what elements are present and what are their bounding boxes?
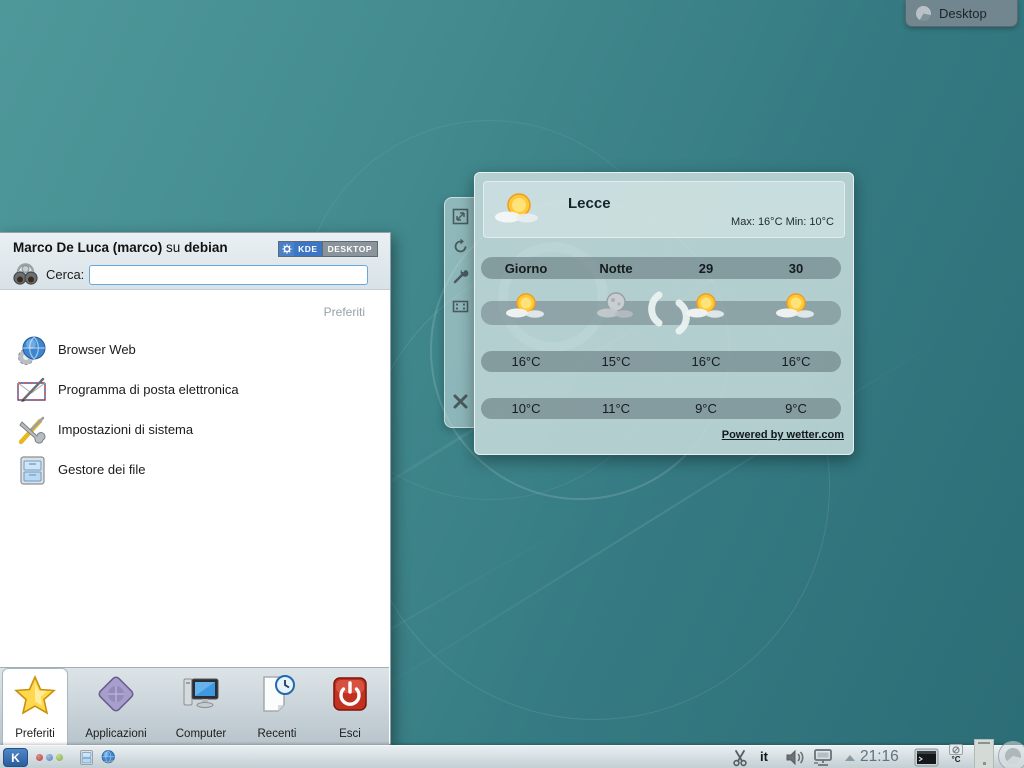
pager-dot-green[interactable]: [56, 754, 63, 761]
temp-value: 9°C: [661, 401, 751, 416]
folderview-cashew-icon[interactable]: [916, 6, 931, 21]
email-icon: [16, 374, 49, 407]
menu-item-system-settings[interactable]: Impostazioni di sistema: [0, 411, 388, 451]
tab-computer[interactable]: Computer: [164, 668, 238, 747]
sun-clouds-icon: [774, 288, 818, 328]
host-name: debian: [184, 240, 228, 255]
weather-col-label: 29: [661, 261, 751, 276]
menu-item-label: Impostazioni di sistema: [58, 422, 193, 437]
kickoff-launcher: Marco De Luca (marco) su debian KDE DESK…: [0, 232, 391, 745]
star-icon: [14, 674, 56, 716]
badge-kde-label: KDE: [294, 242, 321, 256]
web-browser-icon: [16, 334, 49, 367]
tab-label: Esci: [318, 728, 382, 740]
folderview-title: Desktop: [939, 6, 987, 21]
menu-item-label: Browser Web: [58, 342, 136, 357]
tab-label: Recenti: [242, 728, 312, 740]
folderview-header[interactable]: Desktop: [905, 0, 1018, 27]
shortcut-icon[interactable]: [452, 298, 469, 315]
weather-col-label: 30: [751, 261, 841, 276]
menu-item-label: Programma di posta elettronica: [58, 382, 239, 397]
kickoff-header: Marco De Luca (marco) su debian KDE DESK…: [0, 233, 390, 290]
menu-item-email[interactable]: Programma di posta elettronica: [0, 371, 388, 411]
weather-low-temps: 10°C 11°C 9°C 9°C: [481, 398, 841, 419]
system-settings-icon: [16, 414, 49, 447]
temp-value: 16°C: [661, 354, 751, 369]
menu-item-file-manager[interactable]: Gestore dei file: [0, 451, 388, 491]
konsole-tray-icon[interactable]: [914, 748, 939, 767]
kickoff-tab-bar: Preferiti Applicazioni Computer Recenti …: [0, 667, 389, 746]
computer-icon: [180, 673, 222, 715]
klipper-icon[interactable]: [731, 749, 749, 767]
logout-icon: [329, 673, 371, 715]
weather-widget[interactable]: Lecce Max: 16°C Min: 10°C Giorno Notte 2…: [474, 172, 854, 455]
sun-clouds-icon: [504, 288, 548, 328]
panel-widget-strip[interactable]: [974, 739, 994, 768]
weather-header: Lecce Max: 16°C Min: 10°C: [483, 181, 845, 238]
pager-dot-red[interactable]: [36, 754, 43, 761]
temp-value: 16°C: [481, 354, 571, 369]
menu-item-label: Gestore dei file: [58, 462, 145, 477]
tab-esci[interactable]: Esci: [318, 668, 382, 747]
weather-high-temps: 16°C 15°C 16°C 16°C: [481, 351, 841, 372]
tab-recenti[interactable]: Recenti: [242, 668, 312, 747]
weather-tray-label: °C: [946, 755, 966, 764]
close-icon[interactable]: [452, 393, 469, 410]
network-monitor-icon[interactable]: [812, 748, 834, 767]
pager-dot-blue[interactable]: [46, 754, 53, 761]
tab-label: Applicazioni: [72, 728, 160, 740]
search-binoculars-icon: [12, 261, 39, 288]
weather-col-label: Giorno: [481, 261, 571, 276]
panel-cashew-icon[interactable]: [998, 741, 1024, 768]
wetter-credit-link[interactable]: Powered by wetter.com: [722, 429, 844, 441]
user-name: Marco De Luca (marco): [13, 240, 162, 255]
bottom-panel: K it 21:16 °C: [0, 745, 1024, 768]
moon-clouds-icon: [594, 288, 638, 328]
badge-desktop-label: DESKTOP: [322, 242, 377, 256]
busy-spinner-icon: [643, 285, 695, 341]
kickoff-user-title: Marco De Luca (marco) su debian: [13, 240, 228, 255]
volume-icon[interactable]: [785, 749, 805, 766]
title-connector: su: [162, 240, 184, 255]
plasma-widget-handle[interactable]: [444, 197, 475, 428]
search-input[interactable]: [89, 265, 368, 285]
temp-value: 16°C: [751, 354, 841, 369]
applications-icon: [95, 673, 137, 715]
resize-icon[interactable]: [452, 208, 469, 225]
kmenu-glyph: K: [11, 751, 20, 765]
kmenu-button[interactable]: K: [3, 748, 28, 767]
weather-col-label: Notte: [571, 261, 661, 276]
rotate-icon[interactable]: [452, 238, 469, 255]
weather-minmax: Max: 16°C Min: 10°C: [731, 216, 834, 228]
sun-clouds-icon: [494, 187, 542, 235]
recent-icon: [256, 673, 298, 715]
temp-value: 9°C: [751, 401, 841, 416]
tab-label: Preferiti: [3, 728, 67, 740]
weather-city: Lecce: [568, 195, 611, 212]
panel-clock[interactable]: 21:16: [860, 748, 899, 766]
tab-preferiti[interactable]: Preferiti: [2, 668, 68, 747]
keyboard-layout-indicator[interactable]: it: [760, 749, 768, 764]
file-manager-taskbar-icon[interactable]: [78, 749, 95, 766]
configure-icon[interactable]: [452, 268, 469, 285]
temp-value: 10°C: [481, 401, 571, 416]
kde-desktop-badge: KDE DESKTOP: [278, 241, 378, 257]
favorites-section-label: Preferiti: [324, 305, 365, 319]
weather-column-headers: Giorno Notte 29 30: [481, 257, 841, 279]
weather-tray-icon[interactable]: °C: [946, 744, 966, 764]
file-manager-icon: [16, 454, 49, 487]
kde-gear-icon: [279, 242, 294, 256]
search-label: Cerca:: [46, 267, 84, 282]
tray-expander-icon[interactable]: [845, 755, 855, 761]
temp-value: 11°C: [571, 401, 661, 416]
tab-label: Computer: [164, 728, 238, 740]
menu-item-browser-web[interactable]: Browser Web: [0, 331, 388, 371]
tab-applicazioni[interactable]: Applicazioni: [72, 668, 160, 747]
konqueror-taskbar-icon[interactable]: [100, 749, 117, 766]
temp-value: 15°C: [571, 354, 661, 369]
